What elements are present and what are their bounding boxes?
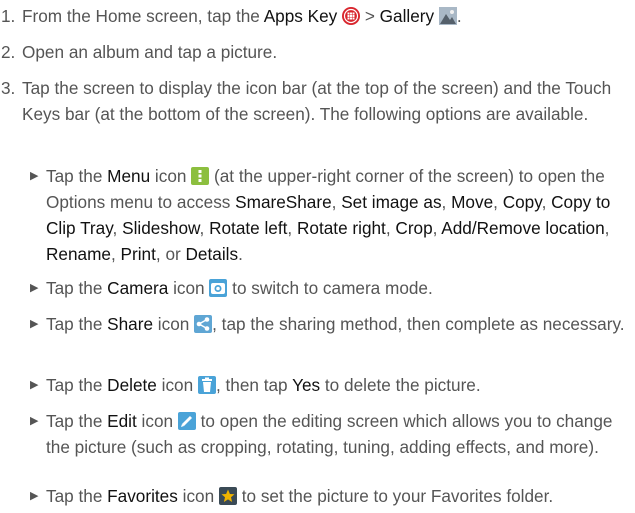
bullet-favorites: ▶ Tap the Favorites icon to set the pict… [30,483,630,509]
favorites-icon [218,487,237,505]
bullet-menu: ▶ Tap the Menu icon (at the upper-right … [30,163,630,267]
bullet-share: ▶ Tap the Share icon , tap the sharing m… [30,311,630,337]
edit-icon [177,412,196,430]
step-text: Open an album and tap a picture. [22,42,278,62]
bullet-camera: ▶ Tap the Camera icon to switch to camer… [30,275,630,301]
step-number: 3. [1,78,16,98]
step-2: 2. Open an album and tap a picture. [0,39,632,65]
bullet-edit: ▶ Tap the Edit icon to open the editing … [30,408,630,460]
apps-key-label: Apps Key [263,6,338,26]
menu-icon [191,167,210,185]
bullet-marker: ▶ [30,318,39,330]
bullet-marker: ▶ [30,415,39,427]
share-icon [194,315,213,333]
step-number: 2. [1,42,16,62]
bullet-delete: ▶ Tap the Delete icon , then tap Yes to … [30,372,630,398]
step-number: 1. [1,6,16,26]
bullet-marker: ▶ [30,379,39,391]
step-3: 3. Tap the screen to display the icon ba… [0,75,632,127]
gallery-icon [438,7,457,25]
bullet-marker: ▶ [30,490,39,502]
apps-key-icon [342,7,361,25]
delete-icon [197,376,216,394]
camera-icon [209,279,228,297]
bullet-marker: ▶ [30,170,39,182]
step-1: 1. From the Home screen, tap the Apps Ke… [0,3,632,29]
step-text: Tap the screen to display the icon bar (… [22,78,612,124]
instructions-page: 1. From the Home screen, tap the Apps Ke… [0,0,635,513]
gallery-label: Gallery [379,6,435,26]
step-text: From the Home screen, tap the Apps Key >… [22,6,462,26]
bullet-marker: ▶ [30,282,39,294]
